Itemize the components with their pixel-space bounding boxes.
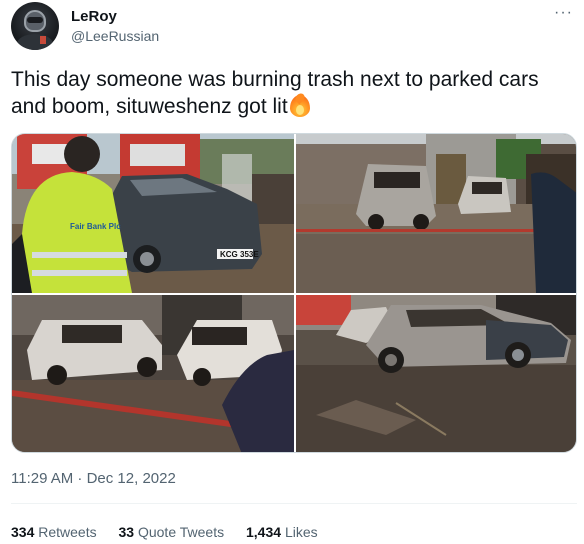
- likes-label: Likes: [284, 524, 318, 540]
- svg-text:Fair Bank Plc: Fair Bank Plc: [70, 222, 121, 231]
- tweet-header: LeRoy @LeeRussian ···: [11, 2, 577, 50]
- media-photo-3[interactable]: [12, 295, 294, 452]
- fire-emoji-icon: [289, 91, 311, 117]
- tweet-body: This day someone was burning trash next …: [11, 68, 539, 118]
- tweet-text: This day someone was burning trash next …: [11, 66, 571, 120]
- avatar[interactable]: [11, 2, 59, 50]
- quotes-label: Quote Tweets: [137, 524, 225, 540]
- likes-stat[interactable]: 1,434 Likes: [246, 524, 318, 540]
- retweets-stat[interactable]: 334 Retweets: [11, 524, 97, 540]
- more-options-icon[interactable]: ···: [554, 4, 573, 22]
- engagement-stats: 334 Retweets 33 Quote Tweets 1,434 Likes: [11, 524, 336, 540]
- divider: [11, 503, 577, 504]
- retweets-count: 334: [11, 524, 35, 540]
- user-handle[interactable]: @LeeRussian: [71, 28, 159, 44]
- likes-count: 1,434: [246, 524, 282, 540]
- display-name[interactable]: LeRoy: [71, 8, 117, 25]
- quote-tweets-stat[interactable]: 33 Quote Tweets: [119, 524, 225, 540]
- tweet-timestamp[interactable]: 11:29 AM · Dec 12, 2022: [11, 470, 176, 487]
- media-grid: Fair Bank Plc KCG 353E: [11, 133, 577, 453]
- media-photo-1[interactable]: Fair Bank Plc KCG 353E: [12, 134, 294, 293]
- retweets-label: Retweets: [38, 524, 97, 540]
- quotes-count: 33: [118, 524, 135, 540]
- media-photo-4[interactable]: [296, 295, 576, 452]
- media-photo-2[interactable]: [296, 134, 576, 293]
- svg-text:KCG 353E: KCG 353E: [220, 250, 259, 259]
